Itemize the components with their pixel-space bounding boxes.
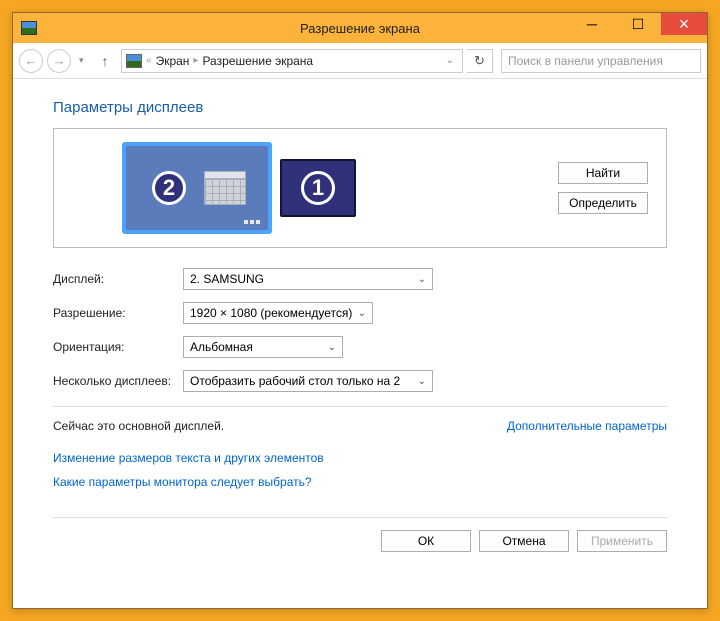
- orientation-row: Ориентация: Альбомная ⌄: [53, 336, 667, 358]
- display-icon: [126, 54, 142, 68]
- separator: [53, 406, 667, 407]
- display-settings-form: Дисплей: 2. SAMSUNG ⌄ Разрешение: 1920 ×…: [53, 268, 667, 392]
- multiple-displays-value: Отобразить рабочий стол только на 2: [190, 374, 400, 388]
- display-select[interactable]: 2. SAMSUNG ⌄: [183, 268, 433, 290]
- close-button[interactable]: ×: [661, 13, 707, 35]
- help-links: Изменение размеров текста и других элеме…: [53, 451, 667, 489]
- taskbar-decor: [130, 220, 264, 225]
- apply-button[interactable]: Применить: [577, 530, 667, 552]
- breadcrumb-resolution[interactable]: Разрешение экрана: [202, 54, 313, 68]
- breadcrumb-separator: ▸: [193, 55, 198, 66]
- ok-button[interactable]: ОК: [381, 530, 471, 552]
- window-controls: ─ ☐ ×: [569, 13, 707, 43]
- search-box[interactable]: [501, 49, 701, 73]
- address-dropdown[interactable]: ⌄: [442, 55, 458, 66]
- find-button[interactable]: Найти: [558, 162, 648, 184]
- multiple-displays-row: Несколько дисплеев: Отобразить рабочий с…: [53, 370, 667, 392]
- orientation-value: Альбомная: [190, 340, 253, 354]
- resolution-select[interactable]: 1920 × 1080 (рекомендуется) ⌄: [183, 302, 373, 324]
- monitor-1-number: 1: [301, 171, 335, 205]
- identify-button[interactable]: Определить: [558, 192, 648, 214]
- chevron-down-icon: ⌄: [328, 342, 336, 353]
- address-bar[interactable]: « Экран ▸ Разрешение экрана ⌄: [121, 49, 463, 73]
- page-heading: Параметры дисплеев: [53, 99, 667, 116]
- app-icon: [21, 21, 37, 35]
- arrangement-buttons: Найти Определить: [558, 162, 648, 214]
- action-bar: ОК Отмена Применить: [53, 517, 667, 552]
- orientation-select[interactable]: Альбомная ⌄: [183, 336, 343, 358]
- which-settings-link[interactable]: Какие параметры монитора следует выбрать…: [53, 475, 667, 489]
- history-dropdown[interactable]: ▾: [75, 55, 89, 66]
- minimize-button[interactable]: ─: [569, 13, 615, 35]
- monitors-preview: 2 1: [122, 142, 356, 234]
- display-label: Дисплей:: [53, 272, 183, 286]
- text-size-link[interactable]: Изменение размеров текста и других элеме…: [53, 451, 667, 465]
- search-input[interactable]: [508, 54, 694, 68]
- window: Разрешение экрана ─ ☐ × ← → ▾ ↑ « Экран …: [12, 12, 708, 609]
- refresh-button[interactable]: ↻: [467, 49, 493, 73]
- breadcrumb-screen[interactable]: Экран: [156, 54, 190, 68]
- chevron-down-icon: ⌄: [418, 376, 426, 387]
- resolution-value: 1920 × 1080 (рекомендуется): [190, 306, 352, 320]
- forward-button[interactable]: →: [47, 49, 71, 73]
- display-row: Дисплей: 2. SAMSUNG ⌄: [53, 268, 667, 290]
- resolution-label: Разрешение:: [53, 306, 183, 320]
- orientation-label: Ориентация:: [53, 340, 183, 354]
- breadcrumb-prefix: «: [146, 55, 152, 66]
- resolution-row: Разрешение: 1920 × 1080 (рекомендуется) …: [53, 302, 667, 324]
- monitor-2-number: 2: [152, 171, 186, 205]
- primary-display-text: Сейчас это основной дисплей.: [53, 419, 224, 433]
- toolbar: ← → ▾ ↑ « Экран ▸ Разрешение экрана ⌄ ↻: [13, 43, 707, 79]
- multiple-displays-label: Несколько дисплеев:: [53, 374, 183, 388]
- advanced-settings-link[interactable]: Дополнительные параметры: [507, 419, 667, 433]
- back-button[interactable]: ←: [19, 49, 43, 73]
- display-arrangement-panel: 2 1 Найти Определить: [53, 128, 667, 248]
- content-area: Параметры дисплеев 2 1 Найти Определить …: [13, 79, 707, 608]
- up-button[interactable]: ↑: [93, 49, 117, 73]
- monitor-1[interactable]: 1: [280, 159, 356, 217]
- monitor-2[interactable]: 2: [122, 142, 272, 234]
- maximize-button[interactable]: ☐: [615, 13, 661, 35]
- titlebar: Разрешение экрана ─ ☐ ×: [13, 13, 707, 43]
- display-value: 2. SAMSUNG: [190, 272, 264, 286]
- multiple-displays-select[interactable]: Отобразить рабочий стол только на 2 ⌄: [183, 370, 433, 392]
- grid-icon: [204, 171, 246, 205]
- cancel-button[interactable]: Отмена: [479, 530, 569, 552]
- chevron-down-icon: ⌄: [418, 274, 426, 285]
- primary-display-info-row: Сейчас это основной дисплей. Дополнитель…: [53, 419, 667, 433]
- chevron-down-icon: ⌄: [358, 308, 366, 319]
